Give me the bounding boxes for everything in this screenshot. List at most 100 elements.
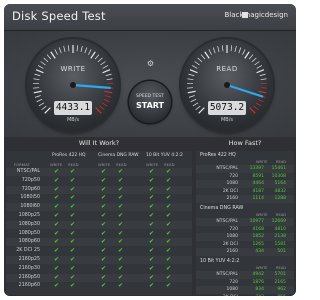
gear-icon[interactable]: ⚙ (146, 59, 155, 68)
check-icon: ✔ (166, 229, 172, 237)
check-icon: ✔ (149, 247, 155, 255)
check-icon: ✔ (118, 220, 124, 228)
read-fps-value: 1288 (274, 196, 286, 202)
gauge-tick (242, 49, 246, 55)
read-needle (225, 83, 264, 98)
speed-row-label: 2K DCI (222, 188, 238, 194)
brand-name: Blackmagicdesign (224, 11, 288, 19)
results-panels: Will It Work? How Fast? FORMAT ProRes 42… (4, 137, 296, 296)
write-fps-value: 1876 (252, 279, 264, 285)
check-icon: ✔ (70, 273, 76, 281)
check-icon: ✔ (166, 220, 172, 228)
speed-sub-write: WRITE (256, 213, 268, 217)
speed-row-label: 1080 (226, 181, 238, 187)
check-icon: ✔ (54, 238, 60, 246)
gauge-tick (187, 90, 196, 94)
check-icon: ✔ (118, 264, 124, 272)
format-header: FORMAT (14, 162, 30, 167)
check-icon: ✔ (166, 238, 172, 246)
speed-section-title: ProRes 422 HQ (200, 153, 236, 158)
read-fps-value: 2165 (274, 279, 286, 285)
col-sub-write: WRITE (50, 162, 63, 167)
gauge-tick (190, 98, 197, 103)
check-icon: ✔ (70, 176, 76, 184)
gauge-tick (238, 47, 242, 54)
read-gauge: READ 5073.2 MB/s (181, 39, 273, 131)
gauge-tick (188, 73, 195, 77)
check-icon: ✔ (118, 194, 124, 202)
write-fps-value: 4464 (252, 181, 264, 187)
write-needle (71, 83, 111, 90)
check-icon: ✔ (166, 247, 172, 255)
gauge-tick (105, 95, 112, 98)
gauge-tick (67, 45, 70, 52)
check-icon: ✔ (118, 247, 124, 255)
check-icon: ✔ (70, 247, 76, 255)
check-icon: ✔ (101, 229, 107, 237)
gauge-tick (84, 47, 88, 54)
check-icon: ✔ (149, 229, 155, 237)
read-value: 5073.2 (208, 101, 246, 115)
gauge-tick (195, 105, 201, 111)
gauge-tick (253, 105, 259, 111)
gauge-tick (63, 46, 66, 53)
gauge-tick (88, 49, 92, 55)
check-icon: ✔ (118, 185, 124, 193)
title-bar: Disk Speed Test Blackmagicdesign (4, 4, 296, 31)
read-fps-value: 15461 (271, 166, 286, 171)
speed-sub-write: WRITE (256, 266, 268, 270)
gauge-tick (38, 102, 45, 107)
speed-row-label: 2K DCI (214, 295, 238, 296)
check-icon: ✔ (54, 256, 60, 263)
app-title: Disk Speed Test (12, 9, 106, 23)
gauge-tick (99, 105, 105, 111)
write-fps-value: 4168 (252, 226, 264, 232)
check-icon: ✔ (101, 273, 107, 281)
check-icon: ✔ (118, 282, 124, 290)
check-icon: ✔ (149, 238, 155, 246)
gauge-tick (198, 107, 205, 114)
col-sub-read: READ (164, 162, 175, 167)
check-icon: ✔ (101, 168, 107, 175)
check-icon: ✔ (149, 185, 155, 193)
read-label: READ (216, 65, 238, 73)
speed-row-label: 2160 (226, 249, 238, 255)
check-icon: ✔ (70, 168, 76, 175)
speed-section-title: Cinema DNG RAW (200, 206, 244, 211)
check-icon: ✔ (149, 264, 155, 272)
check-icon: ✔ (70, 220, 76, 228)
check-icon: ✔ (70, 282, 76, 290)
gauge-tick (44, 107, 51, 114)
check-icon: ✔ (70, 229, 76, 237)
check-icon: ✔ (101, 256, 107, 263)
check-icon: ✔ (54, 282, 60, 290)
how-fast-table: ProRes 422 HQ WRITE READ NTSC/PAL 13397 15461… (196, 151, 294, 296)
format-row-label: 2160p60 (18, 283, 40, 289)
gauge-tick (103, 98, 110, 103)
check-icon: ✔ (149, 194, 155, 202)
gauge-tick (80, 46, 83, 53)
read-fps-value: 4810 (274, 226, 286, 232)
format-row-label: 1080p50 (18, 230, 40, 236)
gauge-tick (204, 51, 210, 59)
gauge-tick (212, 47, 216, 54)
start-button-label: START (135, 101, 165, 110)
check-icon: ✔ (54, 168, 60, 175)
check-icon: ✔ (54, 185, 60, 193)
start-button-caption: SPEED TEST (136, 94, 164, 99)
col-sub-write: WRITE (98, 162, 111, 167)
check-icon: ✔ (149, 176, 155, 184)
format-row-label: 2160p50 (18, 274, 40, 280)
check-icon: ✔ (118, 229, 124, 237)
check-icon: ✔ (70, 194, 76, 202)
check-icon: ✔ (101, 247, 107, 255)
check-icon: ✔ (166, 273, 172, 281)
start-button[interactable]: SPEED TEST START (129, 81, 171, 123)
check-icon: ✔ (149, 256, 155, 263)
check-icon: ✔ (149, 220, 155, 228)
check-icon: ✔ (166, 168, 172, 175)
gauge-tick (200, 54, 206, 60)
check-icon: ✔ (118, 256, 124, 263)
check-icon: ✔ (70, 212, 76, 219)
check-icon: ✔ (166, 256, 172, 263)
